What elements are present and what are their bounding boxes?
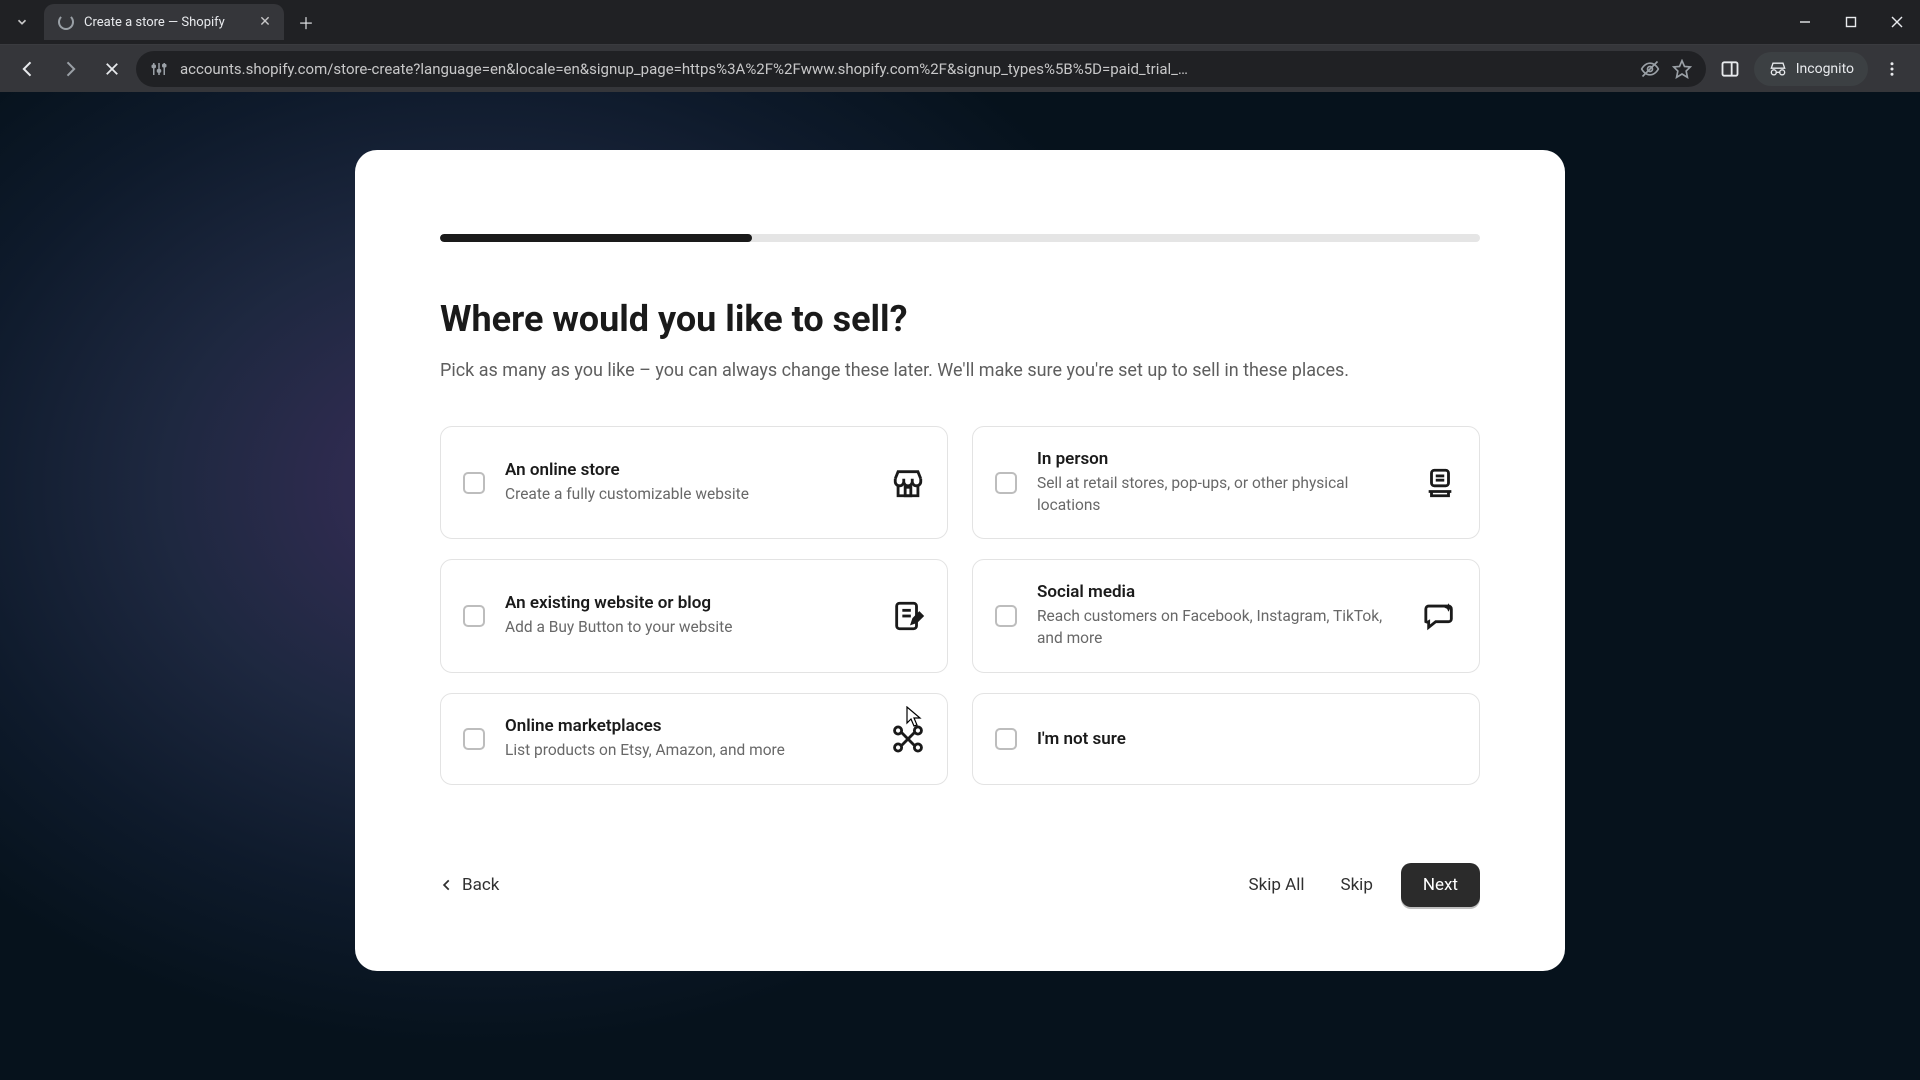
tab-title: Create a store — Shopify: [84, 15, 225, 30]
back-label: Back: [462, 875, 499, 895]
option-text: I'm not sure: [1037, 729, 1457, 749]
option-desc: Reach customers on Facebook, Instagram, …: [1037, 606, 1403, 649]
checkbox[interactable]: [463, 728, 485, 750]
page-content: Where would you like to sell? Pick as ma…: [0, 92, 1920, 1080]
options-grid: An online store Create a fully customiza…: [440, 426, 1480, 785]
option-not-sure[interactable]: I'm not sure: [972, 693, 1480, 785]
minimize-button[interactable]: [1782, 2, 1828, 42]
active-tab[interactable]: Create a store — Shopify ✕: [44, 4, 284, 40]
checkbox[interactable]: [995, 728, 1017, 750]
chat-sparkle-icon: [1423, 599, 1457, 633]
bookmark-star-icon[interactable]: [1672, 59, 1692, 79]
option-desc: Add a Buy Button to your website: [505, 617, 871, 639]
checkbox[interactable]: [463, 605, 485, 627]
skip-button[interactable]: Skip: [1332, 865, 1380, 905]
page-subtitle: Pick as many as you like – you can alway…: [440, 358, 1480, 384]
next-button[interactable]: Next: [1401, 863, 1480, 907]
incognito-label: Incognito: [1796, 61, 1854, 77]
card-footer: Back Skip All Skip Next: [440, 863, 1480, 907]
toolbar: accounts.shopify.com/store-create?langua…: [0, 44, 1920, 92]
option-title: An existing website or blog: [505, 593, 871, 613]
progress-bar: [440, 234, 1480, 242]
side-panel-button[interactable]: [1712, 51, 1748, 87]
pos-terminal-icon: [1423, 466, 1457, 500]
progress-fill: [440, 234, 752, 242]
footer-actions: Skip All Skip Next: [1241, 863, 1481, 907]
checkbox[interactable]: [463, 472, 485, 494]
browser-window: Create a store — Shopify ✕ ＋: [0, 0, 1920, 1080]
skip-all-button[interactable]: Skip All: [1241, 865, 1313, 905]
network-nodes-icon: [891, 722, 925, 756]
option-text: An existing website or blog Add a Buy Bu…: [505, 593, 871, 639]
option-text: In person Sell at retail stores, pop-ups…: [1037, 449, 1403, 516]
option-title: Online marketplaces: [505, 716, 871, 736]
edit-page-icon: [891, 599, 925, 633]
option-title: In person: [1037, 449, 1403, 469]
checkbox[interactable]: [995, 472, 1017, 494]
option-text: Social media Reach customers on Facebook…: [1037, 582, 1403, 649]
incognito-indicator[interactable]: Incognito: [1754, 52, 1868, 86]
loading-spinner-icon: [58, 14, 74, 30]
storefront-icon: [891, 466, 925, 500]
checkbox[interactable]: [995, 605, 1017, 627]
page-title: Where would you like to sell?: [440, 298, 1480, 340]
window-controls: [1782, 0, 1920, 44]
option-title: I'm not sure: [1037, 729, 1457, 749]
option-desc: List products on Etsy, Amazon, and more: [505, 740, 871, 762]
tab-strip: Create a store — Shopify ✕ ＋: [0, 0, 1920, 44]
forward-button[interactable]: [52, 51, 88, 87]
tab-search-button[interactable]: [8, 8, 36, 36]
close-tab-button[interactable]: ✕: [256, 13, 274, 31]
new-tab-button[interactable]: ＋: [292, 8, 320, 36]
option-title: An online store: [505, 460, 871, 480]
address-bar[interactable]: accounts.shopify.com/store-create?langua…: [136, 51, 1706, 87]
option-online-store[interactable]: An online store Create a fully customiza…: [440, 426, 948, 539]
maximize-button[interactable]: [1828, 2, 1874, 42]
option-marketplaces[interactable]: Online marketplaces List products on Ets…: [440, 693, 948, 785]
option-in-person[interactable]: In person Sell at retail stores, pop-ups…: [972, 426, 1480, 539]
option-social-media[interactable]: Social media Reach customers on Facebook…: [972, 559, 1480, 672]
option-text: Online marketplaces List products on Ets…: [505, 716, 871, 762]
option-text: An online store Create a fully customiza…: [505, 460, 871, 506]
eye-off-icon[interactable]: [1640, 59, 1660, 79]
url-text: accounts.shopify.com/store-create?langua…: [180, 60, 1628, 78]
chevron-left-icon: [440, 878, 454, 892]
onboarding-card: Where would you like to sell? Pick as ma…: [355, 150, 1565, 971]
option-desc: Sell at retail stores, pop-ups, or other…: [1037, 473, 1403, 516]
stop-button[interactable]: [94, 51, 130, 87]
option-existing-website[interactable]: An existing website or blog Add a Buy Bu…: [440, 559, 948, 672]
back-button[interactable]: Back: [440, 875, 499, 895]
site-settings-icon[interactable]: [150, 60, 168, 78]
close-window-button[interactable]: [1874, 2, 1920, 42]
option-desc: Create a fully customizable website: [505, 484, 871, 506]
back-button[interactable]: [10, 51, 46, 87]
incognito-icon: [1768, 59, 1788, 79]
kebab-menu-button[interactable]: [1874, 51, 1910, 87]
option-title: Social media: [1037, 582, 1403, 602]
